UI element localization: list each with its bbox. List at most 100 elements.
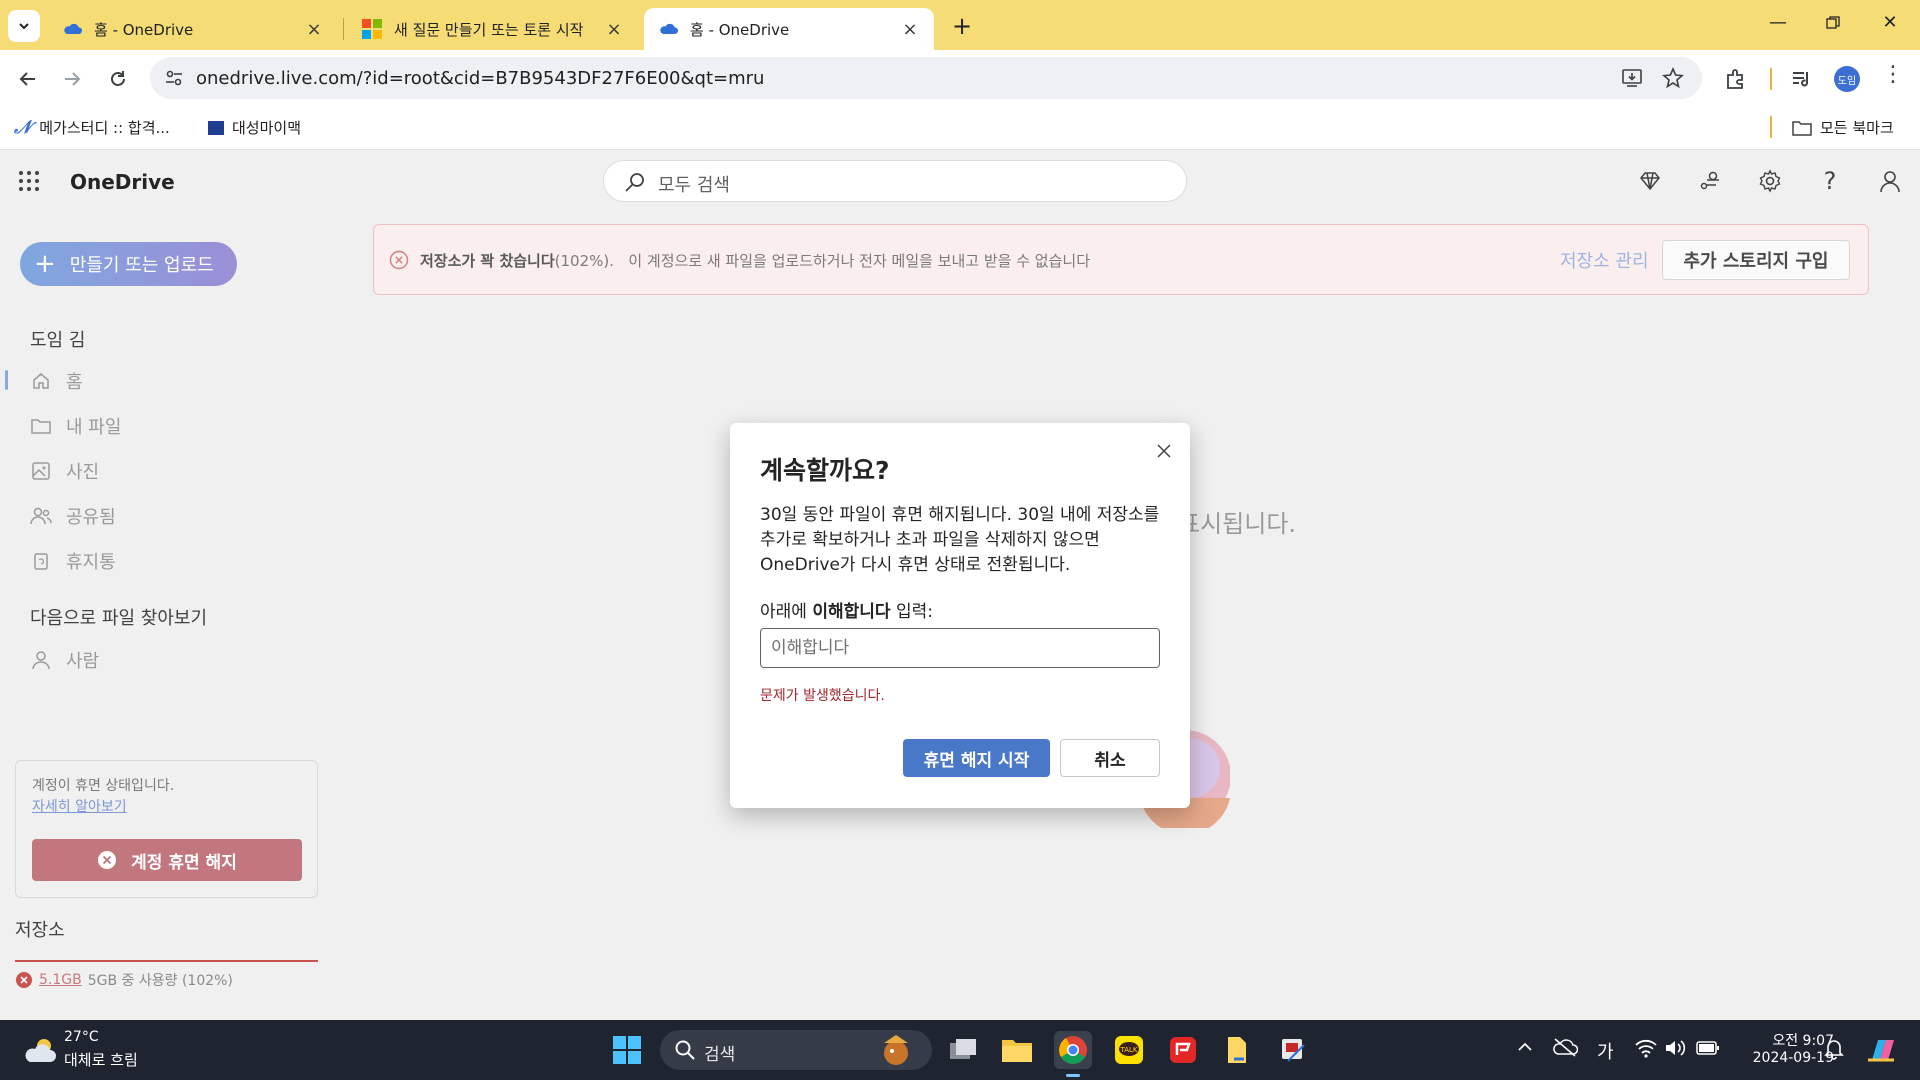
frozen-account-message: 계정이 휴면 상태입니다. — [32, 778, 175, 794]
chevron-down-icon — [19, 23, 29, 30]
recycle-bin-icon — [30, 550, 52, 572]
bookmark-megastudy[interactable]: 𝒩 메가스터디 :: 합격... — [14, 117, 170, 138]
confirm-text-input[interactable] — [760, 628, 1160, 668]
error-circle-icon — [16, 972, 32, 988]
input-method-indicator[interactable]: 가 — [1597, 1038, 1614, 1064]
restore-window-icon[interactable] — [1818, 12, 1848, 35]
tab-search-button[interactable] — [8, 10, 40, 42]
app-title[interactable]: OneDrive — [70, 170, 175, 194]
snipping-tool-icon[interactable] — [1274, 1031, 1312, 1069]
minimize-window-icon[interactable]: — — [1763, 12, 1793, 33]
account-person-icon[interactable] — [1876, 167, 1904, 195]
show-hidden-icons-chevron-icon[interactable] — [1516, 1038, 1534, 1060]
weather-description[interactable]: 대체로 흐림 — [64, 1049, 138, 1070]
new-tab-button[interactable]: + — [948, 12, 976, 40]
active-app-indicator — [1066, 1074, 1080, 1077]
close-icon[interactable] — [1150, 437, 1178, 465]
close-tab-icon[interactable]: × — [604, 19, 624, 40]
bookmark-daesung[interactable]: 대성마이맥 — [208, 117, 301, 138]
storage-used-link[interactable]: 5.1GB — [39, 972, 82, 988]
search-input[interactable]: 모두 검색 — [603, 160, 1187, 202]
cancel-button[interactable]: 취소 — [1060, 739, 1160, 777]
banner-percent: (102%). — [554, 252, 615, 270]
person-icon — [30, 649, 52, 671]
search-icon — [675, 1040, 695, 1060]
plus-icon: + — [34, 249, 56, 279]
onedrive-status-icon[interactable] — [1552, 1037, 1579, 1061]
sidebar-item-recycle-bin[interactable]: 휴지통 — [30, 546, 116, 576]
extensions-puzzle-icon[interactable] — [1724, 67, 1748, 91]
settings-gear-icon[interactable] — [1756, 167, 1784, 195]
profile-avatar[interactable]: 도임 — [1834, 66, 1860, 92]
people-icon — [30, 505, 52, 527]
browse-section-title: 다음으로 파일 찾아보기 — [30, 608, 208, 629]
buy-storage-button[interactable]: 추가 스토리지 구입 — [1662, 240, 1850, 280]
browser-menu-icon[interactable]: ⋮ — [1882, 64, 1904, 86]
install-app-icon[interactable] — [1621, 67, 1643, 89]
reload-icon[interactable] — [103, 64, 133, 94]
user-name: 도임 김 — [30, 330, 86, 351]
notification-bell-icon[interactable] — [1824, 1038, 1844, 1064]
task-view-icon[interactable] — [944, 1031, 982, 1069]
confirm-unfreeze-dialog: 계속할까요? 30일 동안 파일이 휴면 해지됩니다. 30일 내에 저장소를 … — [730, 423, 1190, 808]
site-settings-icon[interactable] — [164, 68, 184, 88]
copilot-icon[interactable] — [1864, 1032, 1900, 1072]
unfreeze-account-button[interactable]: 계정 휴면 해지 — [32, 839, 302, 881]
kakaotalk-icon[interactable]: TALK — [1110, 1031, 1148, 1069]
media-control-icon[interactable] — [1790, 68, 1812, 90]
forward-arrow-icon[interactable] — [57, 64, 87, 94]
close-tab-icon[interactable]: × — [304, 19, 324, 40]
back-arrow-icon[interactable] — [13, 64, 43, 94]
memo-app-icon[interactable] — [1164, 1031, 1202, 1069]
clock-time[interactable]: 오전 9:07 — [1754, 1030, 1834, 1050]
storage-usage-text: 5GB 중 사용량 (102%) — [87, 973, 233, 989]
browser-tab-onedrive-active[interactable]: 홈 - OneDrive × — [644, 8, 934, 50]
start-windows-icon[interactable] — [608, 1031, 646, 1069]
daesung-logo-icon — [208, 120, 224, 135]
sidebar-item-label: 사진 — [66, 462, 100, 483]
bookmark-star-icon[interactable] — [1662, 67, 1684, 89]
battery-icon[interactable] — [1696, 1040, 1720, 1060]
create-or-upload-button[interactable]: + 만들기 또는 업로드 — [20, 242, 237, 286]
taskbar-search-input[interactable]: 검색 — [660, 1030, 932, 1070]
chrome-browser-icon[interactable] — [1054, 1031, 1092, 1069]
url-text[interactable]: onedrive.live.com/?id=root&cid=B7B9543DF… — [196, 68, 764, 89]
address-bar[interactable]: onedrive.live.com/?id=root&cid=B7B9543DF… — [150, 57, 1702, 99]
onedrive-cloud-icon — [64, 23, 82, 34]
bookmarks-bar: 𝒩 메가스터디 :: 합격... 대성마이맥 모든 북마크 — [0, 108, 1920, 150]
browser-tab-bar: 홈 - OneDrive × 새 질문 만들기 또는 토론 시작 × 홈 - O… — [0, 0, 1920, 50]
wifi-icon[interactable] — [1634, 1037, 1658, 1063]
all-bookmarks-button[interactable]: 모든 북마크 — [1792, 117, 1894, 138]
folder-icon — [30, 415, 52, 437]
browser-tab-question[interactable]: 새 질문 만들기 또는 토론 시작 × — [348, 8, 638, 50]
error-message: 문제가 발생했습니다. — [760, 688, 885, 704]
windows-taskbar: 27°C 대체로 흐림 검색 TALK 가 오전 9:07 2024-09-19 — [0, 1020, 1920, 1080]
sidebar-item-shared[interactable]: 공유됨 — [30, 501, 116, 531]
start-unfreeze-button[interactable]: 휴면 해지 시작 — [903, 739, 1050, 777]
sync-people-icon[interactable] — [1696, 167, 1724, 195]
banner-body: 이 계정으로 새 파일을 업로드하거나 전자 메일을 보내고 받을 수 없습니다 — [628, 252, 1091, 270]
browser-tab-onedrive-1[interactable]: 홈 - OneDrive × — [48, 8, 338, 50]
sidebar-item-photos[interactable]: 사진 — [30, 456, 99, 486]
weather-cloud-icon[interactable] — [22, 1036, 58, 1064]
sidebar-item-label: 홈 — [66, 372, 83, 393]
close-window-icon[interactable]: ✕ — [1875, 12, 1905, 33]
weather-temperature[interactable]: 27°C — [64, 1029, 99, 1045]
background-message-fragment: 표시됩니다. — [1178, 510, 1297, 538]
clock-date[interactable]: 2024-09-19 — [1734, 1050, 1834, 1066]
premium-diamond-icon[interactable] — [1636, 167, 1664, 195]
banner-title: 저장소가 꽉 찼습니다 — [420, 252, 555, 270]
sidebar-item-people[interactable]: 사람 — [30, 645, 99, 675]
storage-title: 저장소 — [15, 920, 65, 941]
volume-speaker-icon[interactable] — [1664, 1038, 1686, 1062]
sidebar-item-my-files[interactable]: 내 파일 — [30, 411, 121, 441]
file-manager-icon[interactable] — [1218, 1031, 1256, 1069]
learn-more-link[interactable]: 자세히 알아보기 — [32, 796, 127, 816]
close-tab-icon[interactable]: × — [900, 19, 920, 40]
sidebar-item-home[interactable]: 홈 — [30, 366, 83, 396]
microsoft-logo-icon — [362, 19, 382, 39]
manage-storage-link[interactable]: 저장소 관리 — [1560, 247, 1649, 273]
file-explorer-icon[interactable] — [998, 1031, 1036, 1069]
app-launcher-icon[interactable] — [18, 170, 40, 192]
help-question-icon[interactable]: ? — [1816, 167, 1844, 195]
